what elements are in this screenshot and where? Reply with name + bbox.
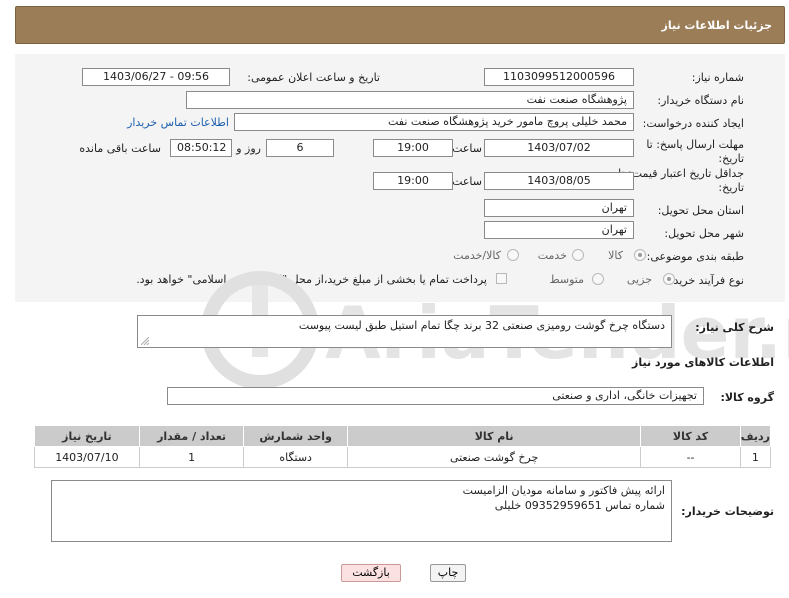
- print-button[interactable]: چاپ: [430, 564, 466, 582]
- creator-field: محمد خلیلی پروچ مامور خرید پژوهشگاه صنعت…: [234, 113, 634, 131]
- province-label: استان محل تحویل:: [657, 204, 744, 217]
- remaining-time-label: ساعت باقی مانده: [79, 142, 161, 155]
- deadline-time-field: 19:00: [373, 139, 453, 157]
- goods-info-title: اطلاعات کالاهای مورد نیاز: [632, 356, 774, 369]
- deadline-label: مهلت ارسال پاسخ: تا: [646, 138, 744, 151]
- resize-grip-icon[interactable]: [141, 337, 149, 345]
- page-header: جزئیات اطلاعات نیاز: [15, 6, 785, 44]
- price-validity-time-field: 19:00: [373, 172, 453, 190]
- goods-group-field: تجهیزات خانگی، اداری و صنعتی: [167, 387, 704, 405]
- summary-textarea[interactable]: دستگاه چرخ گوشت رومیزی صنعتی 32 برند چگا…: [137, 315, 672, 348]
- goods-group-label: گروه کالا:: [720, 391, 774, 404]
- remaining-time-field: 08:50:12: [170, 139, 232, 157]
- city-field: تهران: [484, 221, 634, 239]
- city-label: شهر محل تحویل:: [664, 227, 744, 240]
- buyer-notes-line-1: ارائه پیش فاکتور و سامانه مودیان الزامیس…: [462, 484, 665, 497]
- category-goods-service-label: کالا/خدمت: [453, 249, 501, 262]
- summary-text: دستگاه چرخ گوشت رومیزی صنعتی 32 برند چگا…: [298, 319, 665, 332]
- category-goods-service-radio[interactable]: [507, 249, 519, 261]
- cell-goods-name: چرخ گوشت صنعتی: [346, 446, 642, 468]
- buyer-notes-label: توضیحات خریدار:: [681, 505, 774, 518]
- cell-quantity: 1: [138, 446, 245, 468]
- col-need-date: تاریخ نیاز: [34, 425, 140, 447]
- process-medium-radio[interactable]: [592, 273, 604, 285]
- category-service-radio[interactable]: [572, 249, 584, 261]
- deadline-date-field: 1403/07/02: [484, 139, 634, 157]
- price-validity-date-field: 1403/08/05: [484, 172, 634, 190]
- category-goods-label: کالا: [608, 249, 623, 262]
- deadline-time-label: ساعت: [452, 142, 482, 155]
- creator-label: ایجاد کننده درخواست:: [642, 117, 744, 130]
- buyer-contact-link[interactable]: اطلاعات تماس خریدار: [127, 116, 229, 129]
- cell-goods-code: --: [640, 446, 741, 468]
- need-number-field: 1103099512000596: [484, 68, 634, 86]
- goods-table-header: ردیف کد کالا نام کالا واحد شمارش تعداد /…: [34, 425, 772, 447]
- category-service-label: خدمت: [537, 249, 567, 262]
- treasury-payment-note: پرداخت تمام یا بخشی از مبلغ خرید،از محل …: [136, 273, 487, 286]
- announce-datetime-field: 1403/06/27 - 09:56: [82, 68, 230, 86]
- col-row-number: ردیف: [739, 425, 772, 447]
- buyer-notes-textarea[interactable]: ارائه پیش فاکتور و سامانه مودیان الزامیس…: [51, 480, 672, 542]
- buyer-org-field: پژوهشگاه صنعت نفت: [186, 91, 634, 109]
- process-medium-label: متوسط: [549, 273, 584, 286]
- col-quantity: تعداد / مقدار: [138, 425, 245, 447]
- category-goods-radio[interactable]: [634, 249, 646, 261]
- days-and-label: روز و: [236, 142, 261, 155]
- announce-label: تاریخ و ساعت اعلان عمومی:: [247, 71, 380, 84]
- days-remaining-field: 6: [266, 139, 334, 157]
- buyer-notes-line-2: شماره تماس 09352959651 خلیلی: [494, 499, 665, 512]
- province-field: تهران: [484, 199, 634, 217]
- treasury-payment-checkbox[interactable]: [496, 273, 507, 284]
- category-label: طبقه بندی موضوعی:: [646, 250, 744, 263]
- process-partial-radio[interactable]: [663, 273, 675, 285]
- cell-need-date: 1403/07/10: [34, 446, 140, 468]
- summary-label: شرح کلی نیاز:: [695, 321, 774, 334]
- price-time-label: ساعت: [452, 175, 482, 188]
- price-validity-label: جداقل تاریخ اعتبار قیمت: تا: [618, 167, 744, 180]
- table-row: 1 -- چرخ گوشت صنعتی دستگاه 1 1403/07/10: [34, 446, 772, 468]
- goods-table: ردیف کد کالا نام کالا واحد شمارش تعداد /…: [34, 425, 772, 468]
- process-type-label: نوع فرآیند خرید :: [666, 274, 744, 287]
- process-partial-label: جزیی: [626, 273, 652, 286]
- cell-row-number: 1: [739, 446, 772, 468]
- back-button[interactable]: بازگشت: [341, 564, 401, 582]
- page-title: جزئیات اطلاعات نیاز: [661, 19, 773, 32]
- need-number-label: شماره نیاز:: [691, 71, 744, 84]
- price-validity-label-date: تاریخ:: [718, 181, 744, 194]
- col-unit: واحد شمارش: [243, 425, 348, 447]
- buyer-org-label: نام دستگاه خریدار:: [657, 94, 744, 107]
- cell-unit: دستگاه: [243, 446, 348, 468]
- deadline-label-date: تاریخ:: [718, 152, 744, 165]
- col-goods-code: کد کالا: [640, 425, 741, 447]
- col-goods-name: نام کالا: [346, 425, 642, 447]
